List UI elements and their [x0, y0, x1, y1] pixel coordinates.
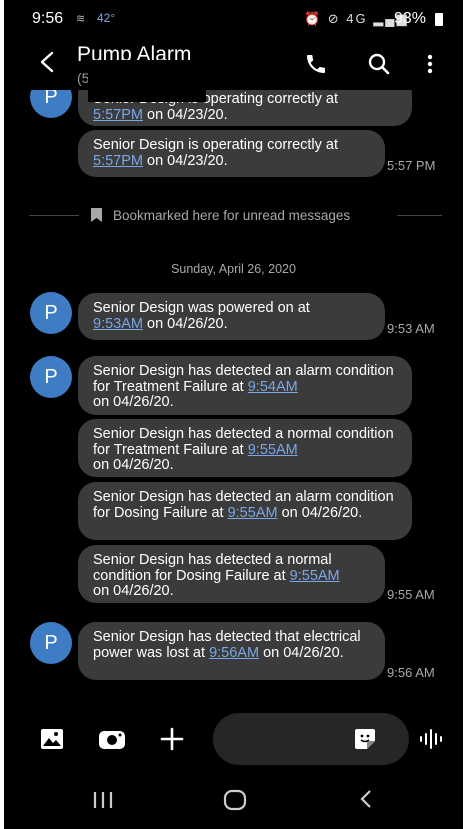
status-temperature: 42° — [97, 11, 116, 25]
message-timestamp: 9:55 AM — [387, 587, 435, 602]
divider-line — [29, 215, 79, 216]
message-time-link[interactable]: 9:54AM — [248, 379, 298, 395]
bookmark-text: Bookmarked here for unread messages — [113, 208, 351, 223]
home-icon[interactable] — [222, 788, 248, 812]
avatar-letter: P — [44, 632, 58, 654]
battery-percent: 93% — [394, 10, 427, 27]
weather-icon: ≋ — [76, 13, 86, 25]
message-bubble[interactable]: Senior Design has detected an alarm cond… — [78, 356, 412, 415]
status-bar: 9:56 ≋ 42° ⏰ ⊘ 4G ▂▄▆ 93% — [4, 0, 463, 38]
search-icon[interactable] — [367, 52, 391, 76]
nav-back-icon[interactable] — [358, 788, 374, 810]
message-text-end: on 04/26/20. — [259, 644, 344, 661]
recents-icon[interactable] — [91, 790, 115, 810]
message-bubble[interactable]: Senior Design has detected a normal cond… — [78, 545, 385, 603]
avatar[interactable]: P — [30, 292, 72, 334]
status-time: 9:56 — [32, 10, 64, 27]
message-text-end: on 04/26/20. — [142, 315, 228, 332]
message-text: Senior Design has detected a normal cond… — [93, 426, 394, 458]
plus-icon[interactable] — [160, 727, 184, 751]
message-timestamp: 9:53 AM — [387, 321, 435, 336]
message-bubble[interactable]: Senior Design was powered on at 9:53AM o… — [78, 293, 385, 340]
message-timestamp: 9:56 AM — [387, 665, 435, 680]
redaction-box — [88, 60, 206, 102]
message-bubble[interactable]: Senior Design is operating correctly at … — [78, 130, 385, 177]
message-bubble[interactable]: Senior Design has detected a normal cond… — [78, 419, 412, 477]
message-text: Senior Design was powered on at — [93, 300, 310, 316]
date-separator: Sunday, April 26, 2020 — [171, 262, 296, 276]
message-input[interactable] — [213, 713, 409, 765]
message-text: Senior Design has detected an alarm cond… — [93, 363, 394, 395]
avatar-letter: P — [44, 302, 58, 324]
voice-icon[interactable] — [418, 728, 444, 750]
message-time-link[interactable]: 5:57PM — [93, 153, 143, 169]
phone-screen: P Senior Design is operating correctly a… — [4, 0, 463, 829]
camera-icon[interactable] — [98, 728, 126, 750]
message-text-end: on 04/23/20. — [142, 106, 228, 123]
message-text-end: on 04/23/20. — [142, 152, 228, 169]
battery-icon — [435, 13, 443, 26]
message-text-end: on 04/26/20. — [93, 583, 174, 599]
bookmark-icon — [91, 208, 102, 222]
message-text-end: on 04/26/20. — [93, 457, 174, 473]
message-time-link[interactable]: 9:56AM — [209, 645, 259, 661]
message-time-link[interactable]: 9:55AM — [248, 442, 298, 458]
conversation: P Senior Design is operating correctly a… — [4, 0, 463, 829]
phone-icon[interactable] — [304, 52, 328, 76]
more-vertical-icon[interactable] — [418, 52, 442, 76]
message-timestamp: 5:57 PM — [387, 158, 436, 173]
avatar-letter: P — [44, 366, 58, 388]
message-time-link[interactable]: 9:55AM — [290, 568, 340, 584]
alarm-wifi-signal-icon: ⏰ ⊘ 4G ▂▄▆ — [304, 11, 409, 26]
message-text-end: on 04/26/20. — [277, 504, 363, 521]
message-time-link[interactable]: 5:57PM — [93, 107, 143, 123]
sticker-icon[interactable] — [353, 727, 377, 751]
message-text-end: on 04/26/20. — [93, 394, 174, 410]
avatar[interactable]: P — [30, 622, 72, 664]
message-bubble[interactable]: Senior Design has detected an alarm cond… — [78, 482, 412, 540]
conversation-header: Pump Alarm (5 — [4, 38, 463, 102]
message-time-link[interactable]: 9:53AM — [93, 316, 143, 332]
back-arrow-icon[interactable] — [38, 51, 56, 73]
message-bubble[interactable]: Senior Design has detected that electric… — [78, 622, 385, 680]
avatar[interactable]: P — [30, 356, 72, 398]
message-text: Senior Design is operating correctly at — [93, 137, 339, 153]
divider-line — [397, 215, 442, 216]
gallery-icon[interactable] — [40, 728, 64, 750]
message-time-link[interactable]: 9:55AM — [228, 505, 278, 521]
